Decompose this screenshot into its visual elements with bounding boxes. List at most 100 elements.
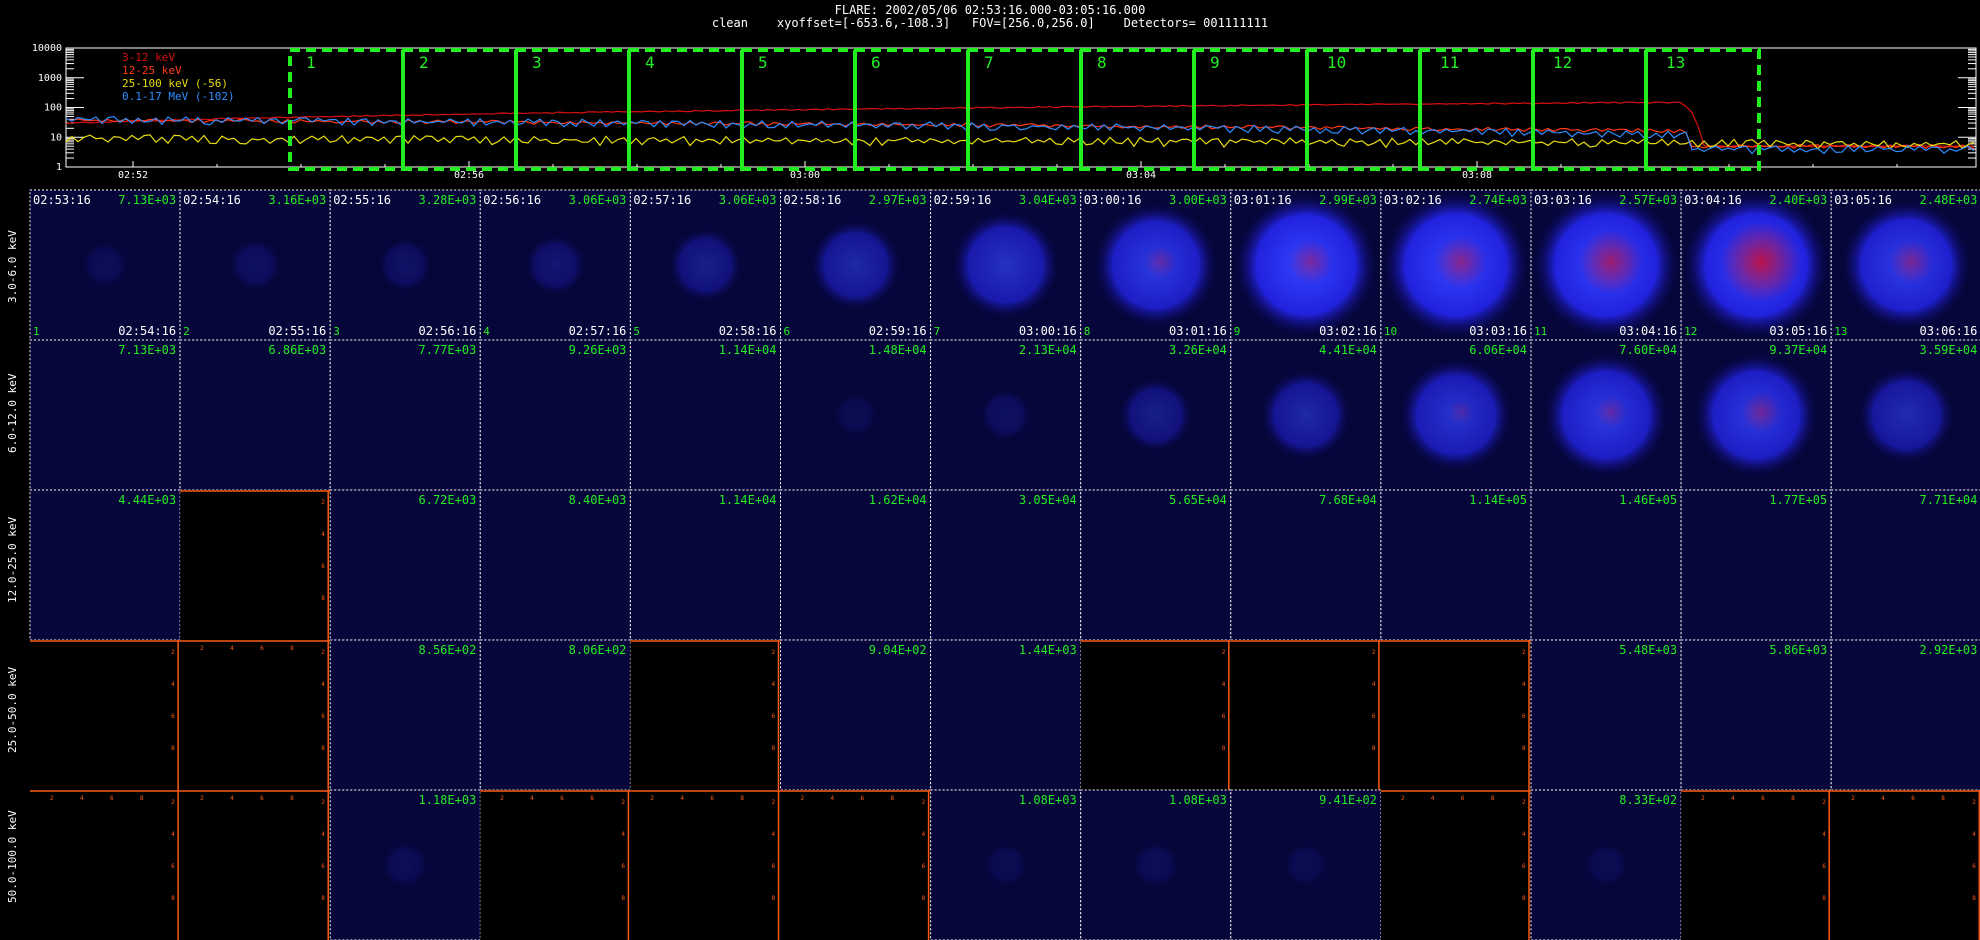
image-cell: 2.57E+03 03:03:16 03:04:16 11 [1530, 189, 1682, 341]
cell-border [1230, 339, 1382, 491]
source-blob [1694, 353, 1818, 477]
source-core [1434, 236, 1487, 288]
light-curve-legend: 3-12 keV12-25 keV25-100 keV (-56)0.1-17 … [122, 51, 235, 103]
cell-value: 5.65E+04 [1169, 493, 1227, 507]
cell-value: 8.06E+02 [569, 643, 627, 657]
axis-label: 2 [171, 649, 175, 656]
interval-number: 10 [1327, 53, 1346, 72]
cell-border [1530, 639, 1682, 791]
axis-label: 2 [321, 649, 325, 656]
cell-value: 2.40E+03 [1769, 193, 1827, 207]
source-core [1721, 222, 1802, 302]
cell-value: 3.06E+03 [719, 193, 777, 207]
axis-label: 4 [772, 681, 776, 688]
cell-background [1681, 190, 1832, 340]
image-cell: 1.44E+03 [930, 639, 1082, 791]
interval-number: 5 [758, 53, 768, 72]
cell-background [30, 190, 181, 340]
cell-end-time: 03:03:16 [1469, 324, 1527, 338]
axis-label: 6 [1522, 863, 1526, 870]
cell-start-time: 03:05:16 [1834, 193, 1892, 207]
cell-border [329, 489, 481, 641]
cell-background [180, 190, 331, 340]
image-cell: 2 4 6 8 [180, 490, 331, 640]
cell-number: 3 [333, 325, 340, 338]
axis-label: 8 [922, 895, 926, 902]
source-blob [668, 228, 742, 302]
cell-border [29, 189, 181, 341]
source-blob [984, 843, 1028, 887]
axis-label: 4 [171, 681, 175, 688]
image-cell: 2 2 4 4 6 6 8 8 [30, 790, 181, 940]
axis-label: 8 [772, 745, 776, 752]
cell-background [1380, 340, 1531, 490]
cell-end-time: 03:01:16 [1169, 324, 1227, 338]
cell-value: 9.41E+02 [1319, 793, 1377, 807]
source-blob [525, 235, 586, 295]
cell-value: 3.28E+03 [419, 193, 477, 207]
cell-border [930, 789, 1082, 940]
interval-box [1305, 48, 1422, 171]
axis-label: 2 [1222, 649, 1226, 656]
image-cell: 8.56E+02 [329, 639, 481, 791]
source-core [1741, 392, 1782, 432]
cell-border [179, 339, 331, 491]
source-blob [229, 239, 281, 291]
axis-label: 8 [321, 595, 325, 602]
cell-border [479, 639, 631, 791]
axis-label: 2 [200, 795, 204, 802]
cell-background [780, 490, 931, 640]
axis-label: 8 [290, 645, 294, 652]
axis-label: 6 [922, 863, 926, 870]
axis-label: 6 [1822, 863, 1826, 870]
cell-background [1681, 340, 1832, 490]
cell-background [630, 340, 781, 490]
energy-band-label: 12.0-25.0 keV [6, 516, 19, 603]
cell-background [1531, 190, 1682, 340]
image-cell: 2 2 4 4 6 6 8 8 [180, 790, 331, 940]
cell-value: 1.46E+05 [1619, 493, 1677, 507]
cell-value: 7.13E+03 [118, 343, 176, 357]
cell-background [1380, 190, 1531, 340]
interval-number: 6 [871, 53, 881, 72]
cell-background [1230, 790, 1381, 940]
y-tick-label: 1 [56, 162, 62, 173]
image-cell: 2.92E+03 [1830, 639, 1980, 791]
cell-number: 13 [1834, 325, 1847, 338]
cell-border [179, 189, 331, 341]
image-cell: 2 4 6 8 [1230, 640, 1381, 790]
cell-background [1380, 490, 1531, 640]
light-curve-series [65, 101, 1975, 155]
cell-end-time: 02:57:16 [569, 324, 627, 338]
axis-label: 6 [1522, 713, 1526, 720]
cell-background [1531, 490, 1682, 640]
axis-label: 2 [1401, 795, 1405, 802]
axis-label: 2 [1972, 799, 1976, 806]
cell-value: 3.26E+04 [1169, 343, 1227, 357]
image-cell: 9.41E+02 [1230, 789, 1382, 940]
empty-cell [1380, 790, 1531, 940]
axis-label: 8 [171, 745, 175, 752]
cell-background [1230, 340, 1381, 490]
source-core [1448, 400, 1473, 424]
source-blob [810, 220, 901, 310]
cell-background [1831, 490, 1980, 640]
empty-cell [1230, 640, 1381, 790]
axis-label: 4 [1972, 831, 1976, 838]
empty-cell [1380, 640, 1531, 790]
image-cell: 3.05E+04 [930, 489, 1082, 641]
cell-value: 7.77E+03 [419, 343, 477, 357]
cell-background [630, 190, 781, 340]
cell-value: 1.48E+04 [869, 343, 927, 357]
cell-border [1680, 489, 1832, 641]
image-cell: 1.77E+05 [1680, 489, 1832, 641]
cell-value: 2.99E+03 [1319, 193, 1377, 207]
axis-label: 2 [621, 799, 625, 806]
cell-border [1680, 639, 1832, 791]
image-cell: 2.48E+03 03:05:16 03:06:16 13 [1830, 189, 1980, 341]
axis-label: 2 [1522, 799, 1526, 806]
source-blob [952, 212, 1059, 318]
image-cell: 9.26E+03 [479, 339, 631, 491]
source-blob [1235, 194, 1377, 336]
source-blob [980, 389, 1032, 441]
